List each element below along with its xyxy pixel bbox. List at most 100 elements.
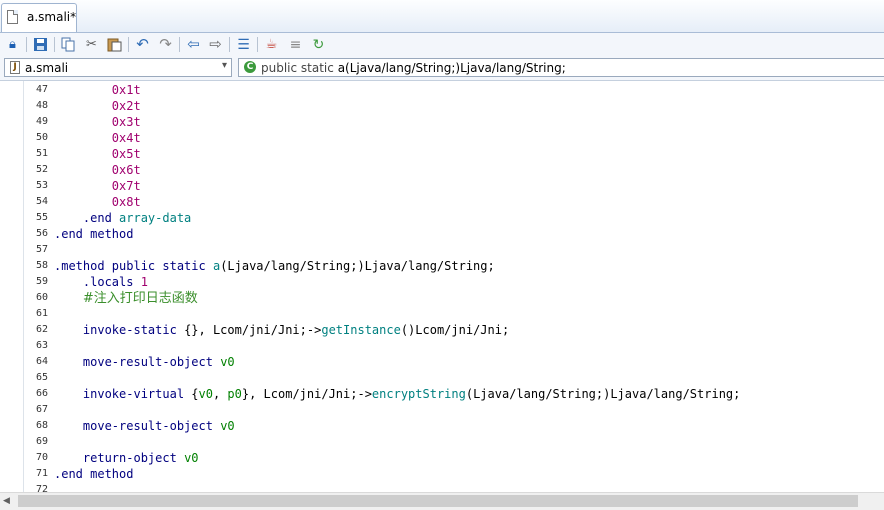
line-number: 66 [35,388,48,399]
code-token: ()Lcom/jni/Jni; [400,323,510,337]
navigation-bar: J a.smali ▾ C public static a(Ljava/lang… [0,56,884,81]
chevron-down-icon[interactable]: ▾ [222,60,227,71]
cut-icon[interactable]: ✂︎ [83,36,100,53]
code-line: 63 [0,338,884,354]
code-token: (Ljava/lang/String;)Ljava/lang/String; [220,259,495,273]
toolbar-separator [179,37,180,52]
code-text: move-result-object v0 [54,418,235,434]
code-line: 57 [0,242,884,258]
code-text: invoke-static {}, Lcom/jni/Jni;->getInst… [54,322,509,338]
code-token: getInstance [321,323,401,337]
code-editor[interactable]: 47 0x1t 48 0x2t 49 0x3t 50 0x4t 51 0x5t 52 0x… [0,81,884,492]
toolbar-separator [229,37,230,52]
code-line: 60 #注入打印日志函数 [0,290,884,306]
code-line: 59 .locals 1 [0,274,884,290]
scroll-left-icon[interactable]: ◀ [3,496,10,506]
code-line: 70 return-object v0 [0,450,884,466]
code-token: .end method [54,227,134,241]
code-line: 55 .end array-data [0,210,884,226]
method-selector[interactable]: C public static a(Ljava/lang/String;)Lja… [238,58,884,77]
format-icon[interactable]: ☰ [235,36,252,53]
code-token: encryptString [371,387,466,401]
java-icon[interactable]: ☕︎ [263,36,280,53]
line-number: 57 [35,244,48,255]
code-token: .end method [54,467,134,481]
code-token: move-result-object [82,355,221,369]
line-number: 64 [35,356,48,367]
copy-icon[interactable] [60,36,77,53]
line-number: 56 [35,228,48,239]
scrollbar-thumb[interactable] [18,495,858,507]
code-line: 49 0x3t [0,114,884,130]
code-token: .locals [82,275,141,289]
code-token: 1 [140,275,148,289]
code-token: array-data [119,211,192,225]
code-token: (Ljava/lang/String;)Ljava/lang/String; [465,387,741,401]
method-signature: a(Ljava/lang/String;)Ljava/lang/String; [337,61,566,75]
code-token: 0x6t [111,163,141,177]
code-line: 51 0x5t [0,146,884,162]
code-line: 56 .end method [0,226,884,242]
code-token: v0 [220,355,235,369]
code-text: 0x6t [54,162,141,178]
undo-icon[interactable]: ↶ [134,36,151,53]
code-line: 58 .method public static a(Ljava/lang/Str… [0,258,884,274]
code-line: 67 [0,402,884,418]
line-number: 51 [35,148,48,159]
toolbar: 🔒︎ ✂︎ ↶ ↷ ⇦ ⇨ ☰ ☕︎ ≡ ↻ [0,33,884,56]
code-line: 71 .end method [0,466,884,482]
tab-bar: a.smali* [0,0,884,33]
code-line: 48 0x2t [0,98,884,114]
code-line: 53 0x7t [0,178,884,194]
code-token: 0x8t [111,195,141,209]
code-token: p0 [227,387,242,401]
code-line: 72 [0,482,884,492]
line-number: 60 [35,292,48,303]
code-line: 52 0x6t [0,162,884,178]
line-number: 47 [35,84,48,95]
code-token: .end [82,211,120,225]
line-number: 63 [35,340,48,351]
forward-arrow-icon[interactable]: ⇨ [207,36,224,53]
code-line: 54 0x8t [0,194,884,210]
code-text: 0x4t [54,130,141,146]
refresh-icon[interactable]: ↻ [310,36,327,53]
back-arrow-icon[interactable]: ⇦ [185,36,202,53]
file-selector[interactable]: J a.smali ▾ [4,58,232,77]
code-line: 68 move-result-object v0 [0,418,884,434]
code-text: 0x2t [54,98,141,114]
code-text: .end array-data [54,210,191,226]
paste-icon[interactable] [106,36,123,53]
lock-icon[interactable]: 🔒︎ [4,36,21,53]
align-icon[interactable]: ≡ [287,36,304,53]
code-text: .method public static a(Ljava/lang/Strin… [54,258,495,274]
toolbar-separator [128,37,129,52]
line-number: 62 [35,324,48,335]
code-token: 0x7t [111,179,141,193]
toolbar-separator [54,37,55,52]
code-text: .end method [54,226,133,242]
line-number: 70 [35,452,48,463]
code-text: .locals 1 [54,274,148,290]
redo-icon[interactable]: ↷ [157,36,174,53]
line-number: 54 [35,196,48,207]
java-file-icon: J [10,61,20,74]
tab-a-smali[interactable]: a.smali* [1,3,77,32]
code-text: .end method [54,466,133,482]
code-line: 47 0x1t [0,82,884,98]
horizontal-scrollbar[interactable]: ◀ [0,492,884,510]
save-icon[interactable] [32,36,49,53]
code-token: , [212,387,228,401]
code-token: v0 [184,451,199,465]
